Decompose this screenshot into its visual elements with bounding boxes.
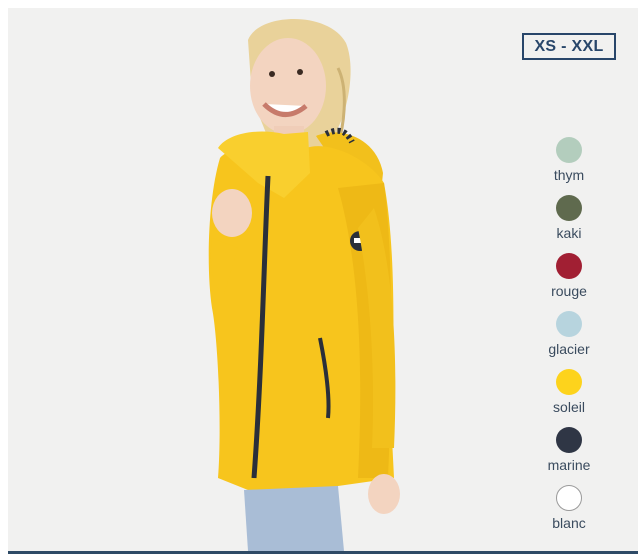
swatch-dot [556,311,582,337]
color-swatch-kaki[interactable]: kaki [538,195,600,253]
swatch-label: kaki [556,225,582,241]
color-swatch-marine[interactable]: marine [538,427,600,485]
swatch-label: thym [553,167,585,183]
swatch-dot [556,427,582,453]
swatch-label: rouge [551,283,587,299]
color-swatch-glacier[interactable]: glacier [538,311,600,369]
color-swatch-blanc[interactable]: blanc [538,485,600,543]
swatch-dot [556,253,582,279]
model-in-yellow-raincoat-icon [208,19,400,551]
color-swatch-soleil[interactable]: soleil [538,369,600,427]
swatch-label: soleil [553,399,585,415]
swatch-dot [556,137,582,163]
swatch-label: marine [547,457,591,473]
product-image [188,8,418,551]
swatch-dot [556,195,582,221]
color-swatch-rouge[interactable]: rouge [538,253,600,311]
swatch-label: glacier [548,341,590,357]
color-swatch-list: thym kaki rouge glacier soleil marine bl… [538,137,600,543]
color-swatch-thym[interactable]: thym [538,137,600,195]
bottom-divider [8,551,638,554]
swatch-label: blanc [552,515,586,531]
swatch-dot [556,485,582,511]
swatch-dot [556,369,582,395]
size-range-badge: XS - XXL [522,33,616,60]
